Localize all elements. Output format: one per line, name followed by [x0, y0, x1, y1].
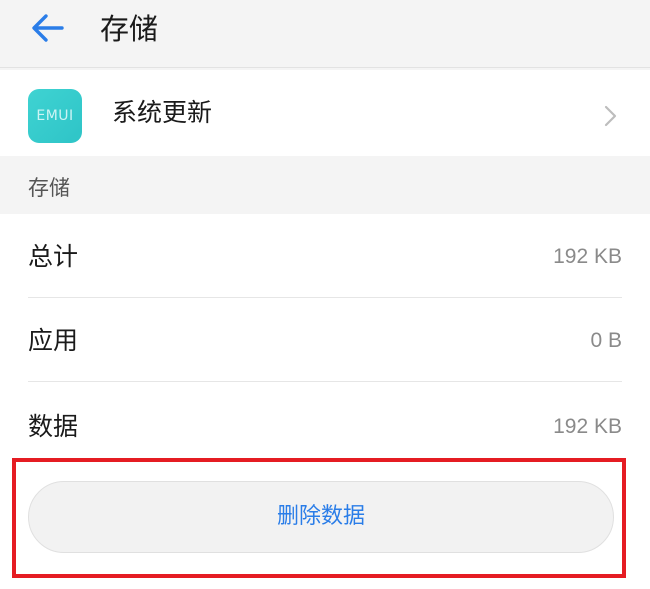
storage-section-header: 存储: [0, 156, 650, 214]
storage-row-value: 192 KB: [553, 245, 622, 268]
divider: [28, 381, 622, 382]
app-icon-text: EMUI: [36, 108, 74, 124]
storage-row-label: 总计: [28, 242, 79, 271]
storage-row-total: 总计 192 KB: [0, 214, 650, 298]
arrow-left-icon: [32, 14, 64, 42]
storage-row-label: 数据: [28, 412, 79, 441]
delete-data-button[interactable]: 删除数据: [28, 481, 614, 553]
storage-row-value: 0 B: [590, 329, 622, 352]
emui-app-icon: EMUI: [28, 89, 82, 143]
chevron-right-icon: [604, 105, 617, 127]
storage-row-apps: 应用 0 B: [0, 298, 650, 382]
storage-row-label: 应用: [28, 326, 79, 355]
back-button[interactable]: [28, 10, 68, 46]
page-title: 存储: [100, 12, 159, 46]
storage-row-value: 192 KB: [553, 415, 622, 438]
section-title: 存储: [28, 176, 70, 200]
title-bar: 存储: [0, 0, 650, 68]
app-name: 系统更新: [112, 98, 213, 127]
delete-data-label: 删除数据: [276, 504, 365, 529]
storage-row-data: 数据 192 KB: [0, 384, 650, 468]
app-info-row[interactable]: EMUI 系统更新: [0, 70, 650, 156]
